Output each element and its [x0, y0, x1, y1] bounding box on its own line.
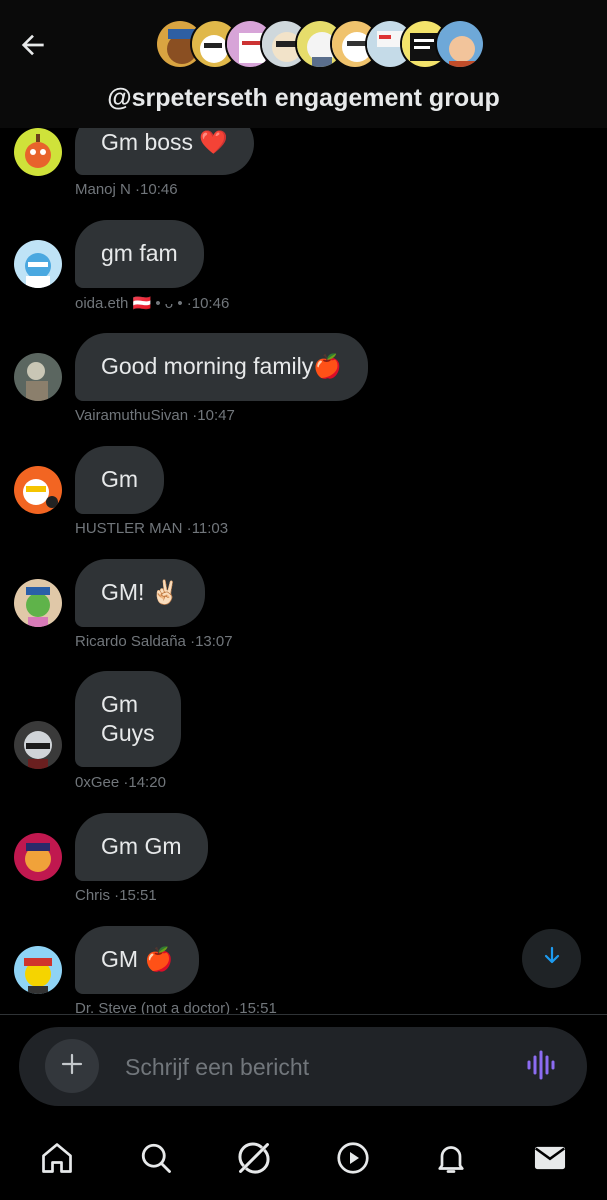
- message-meta: VairamuthuSivan ·10:47: [75, 407, 235, 424]
- avatar[interactable]: [14, 466, 62, 514]
- message-author: Manoj N: [75, 181, 131, 198]
- message-time: 13:07: [195, 633, 233, 650]
- bottom-nav: [0, 1120, 607, 1200]
- back-button[interactable]: [14, 28, 52, 66]
- message-input[interactable]: [123, 1047, 507, 1087]
- avatar[interactable]: [14, 721, 62, 769]
- nav-notifications[interactable]: [421, 1130, 481, 1190]
- bell-icon: [433, 1140, 469, 1181]
- scroll-to-bottom-button[interactable]: [522, 929, 581, 988]
- message-author: Ricardo Saldaña: [75, 633, 186, 650]
- voice-message-button[interactable]: [519, 1045, 563, 1089]
- message-time: 10:46: [191, 295, 230, 312]
- nav-messages[interactable]: [520, 1130, 580, 1190]
- play-icon: [335, 1140, 371, 1181]
- message-time: 15:51: [119, 887, 157, 904]
- message-composer: [19, 1027, 587, 1106]
- message-author: VairamuthuSivan: [75, 407, 189, 424]
- waveform-icon: [525, 1049, 557, 1086]
- message-bubble[interactable]: GM! ✌🏻: [75, 559, 206, 627]
- avatar[interactable]: [14, 579, 62, 627]
- message-bubble[interactable]: Good morning family🍎: [75, 333, 368, 401]
- message-meta: Chris ·15:51: [75, 887, 157, 904]
- avatar[interactable]: [14, 353, 62, 401]
- mail-icon: [531, 1139, 569, 1182]
- message-author: Chris: [75, 887, 111, 904]
- message-list[interactable]: Gm boss ❤️ Manoj N ·10:46 gm fam oida.et…: [0, 0, 607, 1014]
- message-meta: oida.eth 🇦🇹 • ᴗ • ·10:46: [75, 295, 230, 312]
- message-bubble[interactable]: Gm Gm: [75, 813, 208, 881]
- message-bubble[interactable]: gm fam: [75, 220, 204, 288]
- search-icon: [138, 1140, 174, 1181]
- avatar[interactable]: [14, 833, 62, 881]
- message-time: 15:51: [239, 1000, 277, 1014]
- nav-search[interactable]: [126, 1130, 186, 1190]
- message-author: oida.eth 🇦🇹 • ᴗ •: [75, 295, 183, 312]
- avatar[interactable]: [14, 240, 62, 288]
- home-icon: [39, 1140, 75, 1181]
- chat-header: @srpeterseth engagement group: [0, 0, 607, 128]
- message-meta: Dr. Steve (not a doctor) ·15:51: [75, 1000, 277, 1014]
- arrow-down-icon: [540, 944, 564, 973]
- composer-area: [0, 1014, 607, 1121]
- message-bubble[interactable]: GM 🍎: [75, 926, 200, 994]
- nav-home[interactable]: [27, 1130, 87, 1190]
- message-meta: HUSTLER MAN ·11:03: [75, 520, 229, 537]
- message-author: Dr. Steve (not a doctor): [75, 1000, 231, 1014]
- message-time: 10:46: [140, 181, 178, 198]
- add-media-button[interactable]: [45, 1039, 99, 1093]
- message-author: 0xGee: [75, 774, 120, 791]
- avatar[interactable]: [14, 128, 62, 176]
- group-title[interactable]: @srpeterseth engagement group: [0, 84, 607, 113]
- message-bubble[interactable]: Gm Guys: [75, 671, 181, 767]
- arrow-left-icon: [17, 29, 49, 66]
- message-time: 11:03: [191, 520, 229, 537]
- message-time: 14:20: [128, 774, 166, 791]
- nav-grok[interactable]: [224, 1130, 284, 1190]
- message-bubble[interactable]: Gm: [75, 446, 165, 514]
- message-meta: 0xGee ·14:20: [75, 774, 166, 791]
- nav-video[interactable]: [323, 1130, 383, 1190]
- avatar[interactable]: [14, 946, 62, 994]
- message-meta: Manoj N ·10:46: [75, 181, 178, 198]
- member-avatar: [435, 19, 485, 69]
- grok-icon: [235, 1139, 273, 1182]
- message-meta: Ricardo Saldaña ·13:07: [75, 633, 233, 650]
- plus-icon: [60, 1052, 84, 1081]
- group-avatar-stack[interactable]: [155, 19, 485, 73]
- message-author: HUSTLER MAN: [75, 520, 183, 537]
- message-time: 10:47: [197, 407, 235, 424]
